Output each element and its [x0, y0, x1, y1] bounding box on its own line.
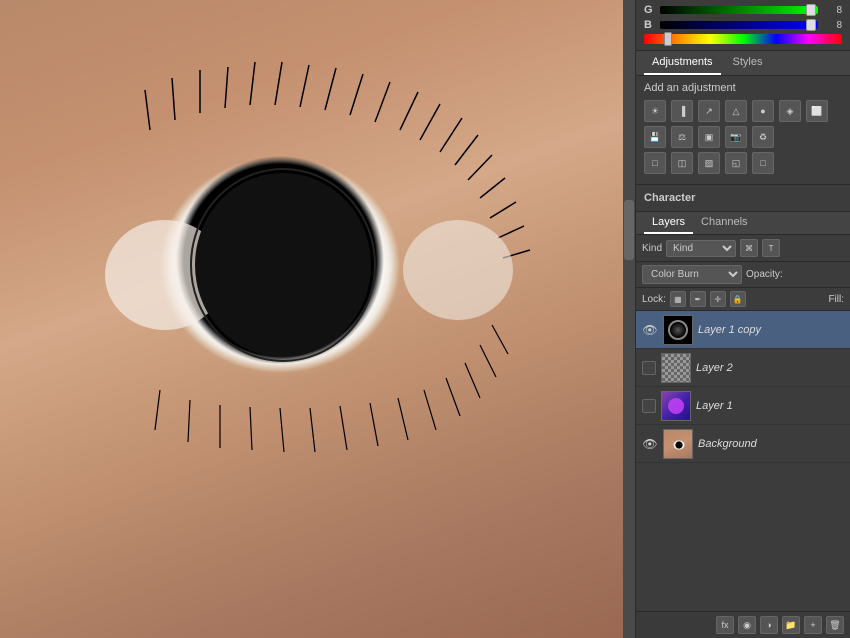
layer1-thumb: [661, 391, 691, 421]
tab-adjustments[interactable]: Adjustments: [644, 51, 721, 75]
adj-icon-vibrance[interactable]: ◈: [779, 100, 801, 122]
adjustments-section: Add an adjustment ☀ ▐ ↗ △ ● ◈ ⬜ 💾 ⚖ ▣ 📷 …: [636, 76, 850, 185]
g-slider-row: G 8: [644, 4, 842, 16]
color-gradient-bar[interactable]: [644, 34, 842, 44]
blend-mode-select[interactable]: Color Burn: [642, 265, 742, 284]
layers-tabs: Layers Channels: [636, 212, 850, 235]
character-header: Character: [644, 189, 842, 207]
blend-row: Color Burn Opacity:: [636, 262, 850, 288]
tab-channels[interactable]: Channels: [693, 212, 755, 234]
background-thumb-eye: [664, 430, 692, 458]
layer1-thumb-circle: [668, 398, 684, 414]
kind-icon-1[interactable]: ⌘: [740, 239, 758, 257]
canvas-image: [0, 0, 635, 638]
adj-icon-rect[interactable]: ▣: [698, 126, 720, 148]
panel-sliders: G 8 B 8: [636, 0, 850, 51]
g-slider-thumb[interactable]: [806, 4, 816, 16]
adj-icons-row-3: □ ◫ ▨ ◱ □: [644, 152, 842, 174]
layer2-checkbox[interactable]: [642, 361, 656, 375]
adj-icon-hue[interactable]: ●: [752, 100, 774, 122]
lock-row: Lock: ▦ ✒ ✛ 🔒 Fill:: [636, 288, 850, 311]
character-section: Character: [636, 185, 850, 212]
adj-icon-c[interactable]: ▨: [698, 152, 720, 174]
eye-overlay: [0, 0, 635, 638]
layers-list: 👁 Layer 1 copy Layer 2: [636, 311, 850, 611]
adj-icon-a[interactable]: □: [644, 152, 666, 174]
lock-icon-2[interactable]: ✒: [690, 291, 706, 307]
panel-tabs: Adjustments Styles: [636, 51, 850, 76]
adj-icon-balance2[interactable]: ⚖: [671, 126, 693, 148]
layer1-name: Layer 1: [696, 400, 844, 412]
adj-icon-d[interactable]: ◱: [725, 152, 747, 174]
g-slider-value: 8: [822, 5, 842, 16]
layer2-thumb: [661, 353, 691, 383]
adj-icon-refresh[interactable]: ♻: [752, 126, 774, 148]
layer1copy-thumb: [663, 315, 693, 345]
fill-label: Fill:: [828, 294, 844, 305]
layer2-name: Layer 2: [696, 362, 844, 374]
layer1-thumb-purple: [662, 392, 690, 420]
bottom-icon-mask[interactable]: ◉: [738, 616, 756, 634]
canvas-scrollbar-thumb[interactable]: [624, 200, 634, 260]
background-name: Background: [698, 438, 844, 450]
layers-bottom: fx ◉ ◑ 📁 + 🗑: [636, 611, 850, 638]
layer-item-layer1copy[interactable]: 👁 Layer 1 copy: [636, 311, 850, 349]
adj-icon-curves[interactable]: ↗: [698, 100, 720, 122]
adj-icon-levels[interactable]: ▐: [671, 100, 693, 122]
lock-label: Lock:: [642, 294, 666, 305]
opacity-label: Opacity:: [746, 269, 783, 280]
adj-icon-b[interactable]: ◫: [671, 152, 693, 174]
bottom-icon-folder[interactable]: 📁: [782, 616, 800, 634]
g-slider-label: G: [644, 4, 656, 16]
background-visibility[interactable]: 👁: [642, 436, 658, 452]
b-slider-label: B: [644, 19, 656, 31]
color-bar-marker[interactable]: [664, 32, 672, 46]
layer1copy-visibility[interactable]: 👁: [642, 322, 658, 338]
adj-icons-row-2: 💾 ⚖ ▣ 📷 ♻: [644, 126, 842, 148]
bottom-icon-new[interactable]: +: [804, 616, 822, 634]
kind-label: Kind: [642, 243, 662, 254]
bottom-icon-delete[interactable]: 🗑: [826, 616, 844, 634]
tab-layers[interactable]: Layers: [644, 212, 693, 234]
adj-icon-e[interactable]: □: [752, 152, 774, 174]
layers-section: Layers Channels Kind Kind ⌘ T Color Burn…: [636, 212, 850, 638]
layer-item-layer2[interactable]: Layer 2: [636, 349, 850, 387]
layer1copy-thumb-black: [664, 316, 692, 344]
color-bar-row: [644, 34, 842, 44]
adj-icon-save[interactable]: 💾: [644, 126, 666, 148]
canvas-scrollbar[interactable]: [623, 0, 635, 638]
right-panel: G 8 B 8 Adjustments Styles Add an adjust…: [635, 0, 850, 638]
adj-icon-brightness[interactable]: ☀: [644, 100, 666, 122]
b-slider-track[interactable]: [660, 21, 818, 29]
b-slider-value: 8: [822, 20, 842, 31]
layer2-thumb-checker: [662, 354, 690, 382]
background-thumb: [663, 429, 693, 459]
adj-icon-exposure[interactable]: △: [725, 100, 747, 122]
b-slider-thumb[interactable]: [806, 19, 816, 31]
kind-select[interactable]: Kind: [666, 240, 736, 257]
kind-row: Kind Kind ⌘ T: [636, 235, 850, 262]
adj-icons-row-1: ☀ ▐ ↗ △ ● ◈ ⬜: [644, 100, 842, 122]
add-adjustment-label: Add an adjustment: [644, 82, 842, 94]
adj-icon-color-balance[interactable]: ⬜: [806, 100, 828, 122]
lock-icon-1[interactable]: ▦: [670, 291, 686, 307]
kind-icon-2[interactable]: T: [762, 239, 780, 257]
bottom-icon-fx[interactable]: fx: [716, 616, 734, 634]
tab-styles[interactable]: Styles: [725, 51, 771, 75]
b-slider-row: B 8: [644, 19, 842, 31]
layer1copy-name: Layer 1 copy: [698, 324, 844, 336]
lock-icon-4[interactable]: 🔒: [730, 291, 746, 307]
lock-icon-3[interactable]: ✛: [710, 291, 726, 307]
bottom-icon-adjust[interactable]: ◑: [760, 616, 778, 634]
layer1-checkbox[interactable]: [642, 399, 656, 413]
layer-item-background[interactable]: 👁 Background: [636, 425, 850, 463]
layer1copy-thumb-circle: [668, 320, 688, 340]
g-slider-track[interactable]: [660, 6, 818, 14]
canvas-area: [0, 0, 635, 638]
layer-item-layer1[interactable]: Layer 1: [636, 387, 850, 425]
adj-icon-camera[interactable]: 📷: [725, 126, 747, 148]
